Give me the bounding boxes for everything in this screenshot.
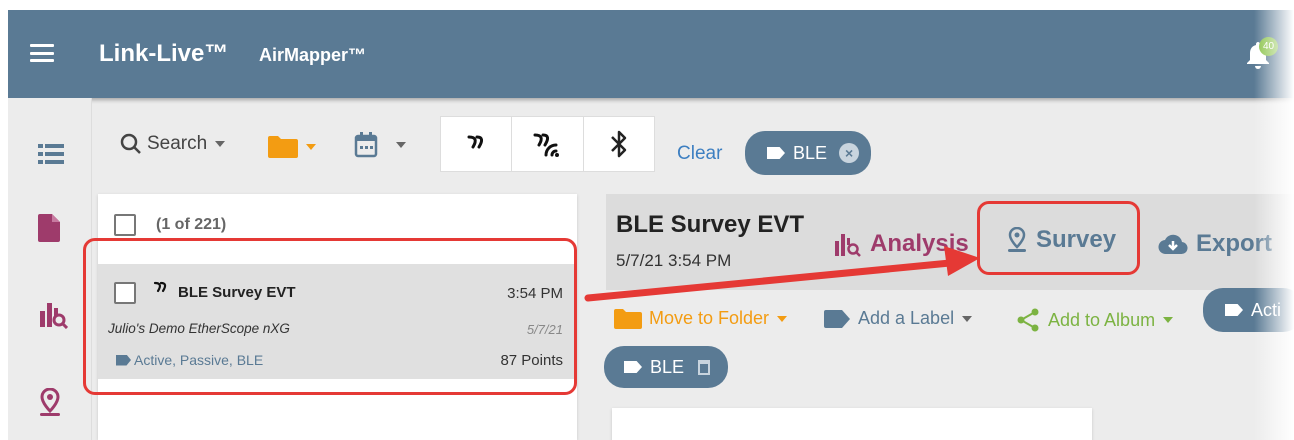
tag-icon	[116, 354, 131, 366]
tag-icon	[624, 361, 642, 373]
survey-device: Julio's Demo EtherScope nXG	[108, 321, 290, 336]
analysis-button[interactable]: Analysis	[834, 230, 969, 258]
location-pin-icon[interactable]	[38, 387, 66, 416]
location-pin-icon	[1008, 227, 1026, 252]
action-bar: Move to Folder Add a Label Add to Album	[606, 296, 1294, 348]
list-count: (1 of 221)	[156, 216, 227, 233]
survey-list-panel: (1 of 221) BLE Survey EVT 3:54 PM Julio'…	[98, 194, 577, 440]
move-to-folder-label: Move to Folder	[649, 308, 770, 328]
detail-datetime: 5/7/21 3:54 PM	[616, 251, 732, 270]
export-button[interactable]: Export	[1158, 230, 1272, 258]
menu-icon[interactable]	[30, 44, 54, 62]
notification-bell-icon[interactable]: 40	[1245, 37, 1278, 72]
toggle-active-wifi[interactable]	[441, 117, 513, 171]
export-label: Export	[1196, 230, 1273, 257]
brand-title: Link-Live™	[99, 40, 229, 67]
mode-toggle-group	[440, 116, 655, 172]
survey-tags-text: Active, Passive, BLE	[134, 352, 264, 368]
select-all-checkbox[interactable]	[114, 214, 136, 236]
bluetooth-icon	[610, 130, 627, 158]
chevron-down-icon	[215, 141, 226, 147]
list-item[interactable]: BLE Survey EVT 3:54 PM Julio's Demo Ethe…	[98, 264, 577, 379]
trash-icon[interactable]	[698, 359, 711, 375]
search-icon	[120, 133, 141, 154]
active-chip-label: Acti	[1251, 299, 1282, 320]
filter-bar: Search Clear BLE ×	[92, 98, 1294, 198]
survey-points: 87 Points	[500, 352, 563, 369]
chevron-down-icon	[777, 315, 788, 322]
add-to-album-label: Add to Album	[1048, 309, 1156, 330]
chevron-down-icon	[962, 315, 973, 322]
wifi-passive-icon	[533, 133, 560, 157]
search-label: Search	[147, 133, 208, 154]
notification-badge: 40	[1259, 37, 1278, 56]
detail-header: BLE Survey EVT 5/7/21 3:54 PM Analysis S…	[606, 194, 1294, 290]
search-dropdown[interactable]: Search	[120, 133, 226, 155]
add-label-label: Add a Label	[858, 308, 955, 328]
chevron-down-icon	[306, 144, 316, 150]
toggle-bluetooth[interactable]	[584, 117, 654, 171]
active-label-chip[interactable]: Acti	[1203, 288, 1294, 332]
analysis-label: Analysis	[870, 230, 969, 257]
share-icon	[1017, 308, 1039, 332]
chevron-down-icon	[396, 142, 406, 148]
app-header: Link-Live™ AirMapper™ 40	[8, 10, 1294, 98]
add-label-button[interactable]: Add a Label	[824, 308, 973, 329]
analysis-icon[interactable]	[38, 299, 69, 330]
survey-button[interactable]: Survey	[1006, 226, 1116, 254]
survey-time: 3:54 PM	[507, 285, 563, 302]
survey-tags: Active, Passive, BLE	[116, 352, 263, 368]
folder-filter-dropdown[interactable]	[268, 136, 316, 158]
remove-chip-icon[interactable]: ×	[839, 143, 860, 163]
document-icon[interactable]	[38, 214, 66, 242]
ble-filter-chip[interactable]: BLE ×	[745, 131, 871, 175]
tag-icon	[767, 147, 785, 159]
sidebar	[8, 98, 92, 440]
chevron-down-icon	[1163, 317, 1174, 323]
list-icon[interactable]	[38, 144, 66, 172]
wifi-signal-icon	[467, 135, 484, 149]
list-header: (1 of 221)	[114, 214, 226, 236]
label-chip-text: BLE	[650, 356, 685, 377]
wifi-signal-icon	[153, 281, 167, 293]
survey-name: BLE Survey EVT	[178, 284, 296, 301]
survey-date: 5/7/21	[526, 322, 563, 337]
survey-label: Survey	[1036, 226, 1117, 253]
analysis-icon	[835, 234, 861, 257]
cloud-download-icon	[1158, 234, 1188, 255]
tag-icon	[824, 309, 850, 328]
detail-card	[612, 408, 1092, 440]
move-to-folder-button[interactable]: Move to Folder	[614, 308, 788, 329]
add-to-album-button[interactable]: Add to Album	[1016, 308, 1174, 332]
chip-label: BLE	[793, 142, 828, 163]
toggle-passive-wifi[interactable]	[512, 117, 584, 171]
detail-title: BLE Survey EVT	[616, 211, 805, 238]
folder-icon	[268, 136, 298, 158]
app-name: AirMapper™	[259, 45, 367, 65]
calendar-icon	[354, 132, 378, 158]
ble-label-chip[interactable]: BLE	[604, 346, 728, 388]
tag-icon	[1225, 304, 1243, 316]
row-checkbox[interactable]	[114, 282, 136, 304]
folder-icon	[614, 308, 642, 329]
clear-filters-link[interactable]: Clear	[677, 143, 722, 165]
date-filter-dropdown[interactable]	[354, 132, 406, 158]
